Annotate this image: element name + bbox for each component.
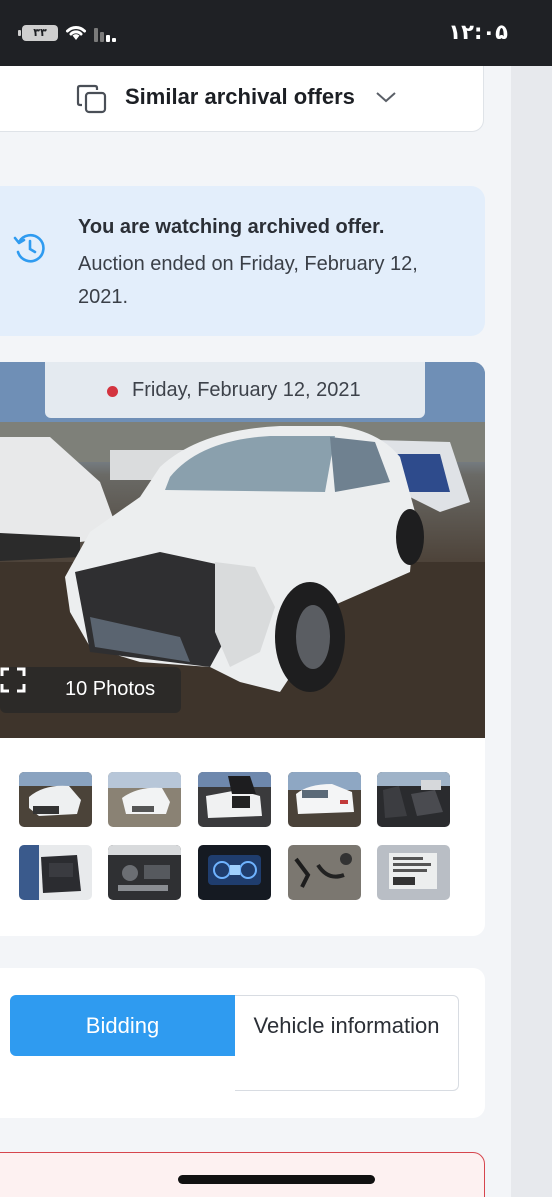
thumbnail-rear-open[interactable] (198, 772, 271, 827)
status-time: ۱۲:۰۵ (448, 20, 508, 44)
auction-date-banner: Friday, February 12, 2021 (45, 362, 425, 418)
battery-icon: ۳۳ (18, 25, 58, 41)
side-rail (511, 66, 552, 1197)
thumbnail-parts[interactable] (288, 845, 361, 900)
main-photo[interactable]: Friday, February 12, 2021 10 Photos (0, 362, 485, 738)
thumbnail-engine-bay[interactable] (108, 845, 181, 900)
photos-count-label: 10 Photos (65, 678, 156, 700)
photos-count-button[interactable]: 10 Photos (0, 667, 181, 713)
photo-gallery: Friday, February 12, 2021 10 Photos (0, 362, 485, 936)
thumbnail-front-view[interactable] (108, 772, 181, 827)
notice-subtitle: Auction ended on Friday, February 12, 20… (78, 253, 418, 308)
cellular-signal-icon (94, 28, 116, 42)
thumbnail-vin-label[interactable] (377, 845, 450, 900)
thumbnail-front-damage[interactable] (19, 772, 92, 827)
status-dot (107, 386, 118, 397)
tab-bidding[interactable]: Bidding (10, 995, 235, 1056)
tab-vehicle-information[interactable]: Vehicle information (235, 995, 459, 1091)
wifi-icon (66, 26, 86, 40)
archived-offer-notice: You are watching archived offer. Auction… (0, 186, 485, 336)
chevron-down-icon (376, 92, 396, 103)
history-icon (13, 233, 45, 263)
details-tabs: Bidding Vehicle information (0, 968, 485, 1118)
thumbnail-rear-seats[interactable] (19, 845, 92, 900)
similar-offers-label: Similar archival offers (125, 84, 355, 109)
thumbnail-rear-view[interactable] (288, 772, 361, 827)
thumbnail-dashboard-cluster[interactable] (198, 845, 271, 900)
status-bar: ۳۳ ۱۲:۰۵ (0, 0, 552, 66)
home-indicator[interactable] (178, 1175, 375, 1184)
similar-offers-dropdown[interactable]: Similar archival offers (0, 66, 484, 132)
auction-date: Friday, February 12, 2021 (132, 379, 361, 401)
thumbnail-front-seats[interactable] (377, 772, 450, 827)
fullscreen-icon (0, 667, 26, 693)
copy-icon (76, 84, 107, 114)
notice-title: You are watching archived offer. (78, 216, 385, 238)
